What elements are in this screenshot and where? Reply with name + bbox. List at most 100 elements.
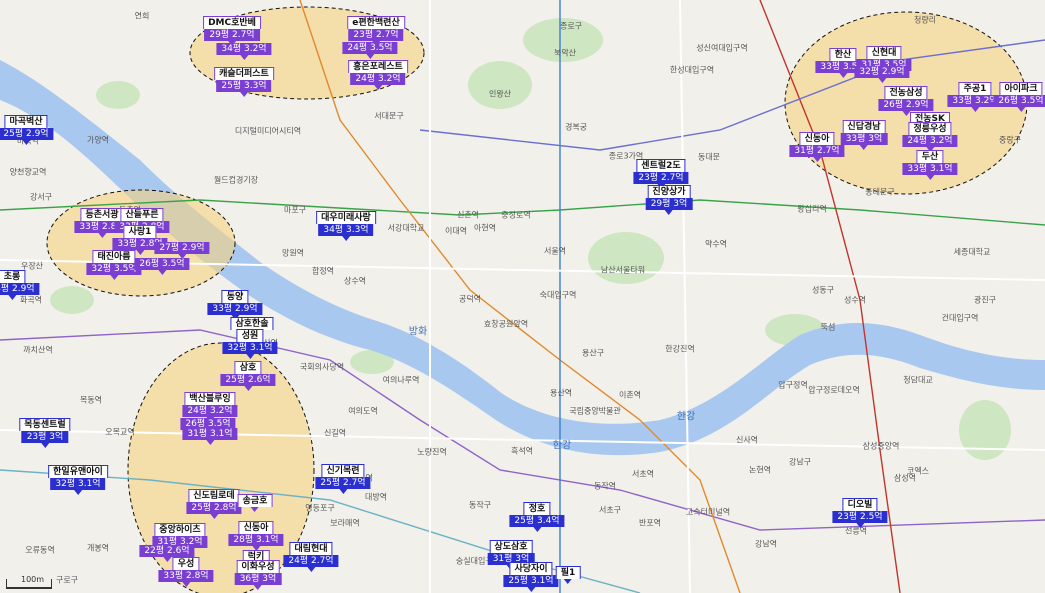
marker-price: 25평 2.9억 <box>0 128 54 140</box>
place-label: 삼성중앙역 <box>862 441 900 451</box>
apartment-marker-dongyang[interactable]: 동양 33평 2.9억 <box>207 290 263 320</box>
apartment-marker-hanil[interactable]: 한일유앤아이 32평 3.1억 <box>48 465 108 495</box>
apartment-marker-samho[interactable]: 삼호 25평 2.6억 <box>220 361 276 391</box>
marker-name: 사당자이 <box>509 562 553 575</box>
place-label: 광진구 <box>973 295 997 305</box>
marker-name: 대우미래사랑 <box>316 211 376 224</box>
marker-name: 중앙하이츠 <box>154 523 206 536</box>
marker-name: 산들푸른 <box>120 208 164 221</box>
apartment-marker-mokdong[interactable]: 목동센트럴 23평 3억 <box>19 418 71 448</box>
place-label: 반포역 <box>638 518 662 528</box>
place-label: 가양역 <box>86 135 110 145</box>
place-label: 국회의사당역 <box>299 362 345 372</box>
marker-name: 초롱 <box>0 270 26 283</box>
place-label: 디지털미디어시티역 <box>234 126 302 136</box>
apartment-marker-jeongreung[interactable]: 정릉우성 24평 3.2억 <box>902 122 958 152</box>
place-label: 신길역 <box>323 428 347 438</box>
place-label: 압구정로데오역 <box>808 385 860 395</box>
marker-price: 29평 3억 <box>645 198 693 210</box>
place-label: 공덕역 <box>458 294 482 304</box>
apartment-marker-sindorim[interactable]: 신도림로데 25평 2.8억 <box>186 489 242 519</box>
place-label: 인왕산 <box>488 89 512 99</box>
marker-name: 성원 <box>236 329 264 342</box>
place-label: 종로구 <box>559 21 583 31</box>
marker-price: 24평 3.2억 <box>182 405 238 417</box>
marker-price: 23평 2.5억 <box>832 511 888 523</box>
apartment-marker-g27[interactable]: 27평 2.9억 <box>154 242 210 259</box>
apartment-marker-pil[interactable]: 필1 <box>555 566 581 584</box>
apartment-marker-sindap[interactable]: 신답경남 33평 3억 <box>840 120 888 150</box>
place-label: 남산서울타워 <box>600 265 646 275</box>
apartment-marker-songgeum[interactable]: 송금호 <box>237 494 273 512</box>
marker-price: 23평 3억 <box>21 431 69 443</box>
marker-name: 신동아 <box>238 521 274 534</box>
apartment-marker-g26[interactable]: 26평 3.5억 <box>134 258 190 275</box>
marker-price: 25평 3.3억 <box>216 80 272 92</box>
place-label: 구로구 <box>55 575 79 585</box>
apartment-marker-hongeun[interactable]: 홍은포레스트 24평 3.2억 <box>348 60 408 90</box>
apartment-marker-sindonga2[interactable]: 신동아 31평 2.7억 <box>789 132 845 162</box>
apartment-marker-daerim[interactable]: 대림현대 24평 2.7억 <box>283 542 339 572</box>
place-label: 왕십리역 <box>797 204 827 214</box>
apartment-marker-dusan[interactable]: 두산 33평 3.1억 <box>902 150 958 180</box>
place-label: 삼성역 <box>893 473 917 483</box>
apartment-marker-usung[interactable]: 우성 33평 2.8억 <box>158 557 214 587</box>
place-label: 노량진역 <box>417 447 447 457</box>
marker-name: 필1 <box>555 566 581 579</box>
apartment-marker-g32[interactable]: 32평 2.9억 <box>854 66 910 83</box>
marker-name: 센트럴2도 <box>636 159 686 172</box>
place-label: 한성대입구역 <box>669 65 715 75</box>
marker-name: 송금호 <box>237 494 273 507</box>
apartment-marker-jinyang[interactable]: 진양상가 29평 3억 <box>645 185 693 215</box>
apartment-marker-seongwon[interactable]: 성원 32평 3.1억 <box>222 329 278 359</box>
apartment-marker-sadang[interactable]: 사당자이 25평 3.1억 <box>503 562 559 592</box>
apartment-marker-taejin[interactable]: 태진아름 32평 3.5억 <box>86 250 142 280</box>
place-label: 숙대입구역 <box>539 290 577 300</box>
apartment-marker-cho[interactable]: 초롱24평 2.9억 <box>0 270 40 300</box>
scale-label: 100m <box>21 575 45 584</box>
marker-name: 목동센트럴 <box>19 418 71 431</box>
place-label: 서대문구 <box>374 111 404 121</box>
apartment-marker-dmc[interactable]: DMC호반베 29평 2.7억 <box>203 16 261 46</box>
water-label: 한강 <box>552 440 572 452</box>
apartment-marker-sindonga[interactable]: 신동아 28평 3.1억 <box>228 521 284 551</box>
place-label: 동작역 <box>593 481 617 491</box>
apartment-marker-ipark[interactable]: 아이파크 26평 3.5억 <box>993 82 1045 112</box>
place-label: 건대입구역 <box>941 313 979 323</box>
marker-name: 태진아름 <box>92 250 136 263</box>
place-label: 까치산역 <box>23 345 53 355</box>
marker-price: 24평 3.2억 <box>350 73 406 85</box>
marker-price: 34평 3.3억 <box>318 224 374 236</box>
place-label: 서초역 <box>631 469 655 479</box>
marker-name: 마곡벽산 <box>4 115 48 128</box>
place-label: 서초구 <box>598 505 622 515</box>
place-label: 서울역 <box>543 246 567 256</box>
apartment-marker-s2[interactable]: 24평 3.5억 <box>342 42 398 59</box>
marker-name: 신답경남 <box>842 120 886 133</box>
marker-price: 25평 2.8억 <box>186 502 242 514</box>
place-label: 동작구 <box>468 500 492 510</box>
place-label: 개봉역 <box>86 543 110 553</box>
place-label: 마포구 <box>283 205 307 215</box>
place-label: 신촌역 <box>456 210 480 220</box>
apartment-marker-iwha[interactable]: 이화우성 36평 3억 <box>234 560 282 590</box>
apartment-marker-x34[interactable]: 34평 3.2억 <box>216 43 272 60</box>
apartment-marker-daewoo[interactable]: 대우미래사랑 34평 3.3억 <box>316 211 376 241</box>
apartment-marker-jeongho[interactable]: 정호 25평 3.4억 <box>509 502 565 532</box>
apartment-marker-mapo[interactable]: 마곡벽산 25평 2.9억 <box>0 115 54 145</box>
place-label: 용산역 <box>549 388 573 398</box>
apartment-marker-diobil[interactable]: 디오빌 23평 2.5억 <box>832 498 888 528</box>
marker-name: 주공1 <box>958 82 992 95</box>
place-label: 한강진역 <box>665 344 695 354</box>
marker-price: 26평 3.5억 <box>993 95 1045 107</box>
apartment-marker-g31[interactable]: 31평 3.1억 <box>182 428 238 445</box>
place-label: 동대문 <box>697 152 721 162</box>
marker-price: 25평 2.6억 <box>220 374 276 386</box>
marker-name: 백산블루잉 <box>184 392 236 405</box>
place-label: 여의도역 <box>348 406 378 416</box>
place-label: 연희 <box>134 11 150 21</box>
apartment-marker-singi[interactable]: 신기목련 25평 2.7억 <box>315 464 371 494</box>
marker-price: 32평 3.1억 <box>222 342 278 354</box>
apartment-marker-castle[interactable]: 캐슬더퍼스트 25평 3.3억 <box>214 67 274 97</box>
marker-name: 삼호 <box>234 361 262 374</box>
